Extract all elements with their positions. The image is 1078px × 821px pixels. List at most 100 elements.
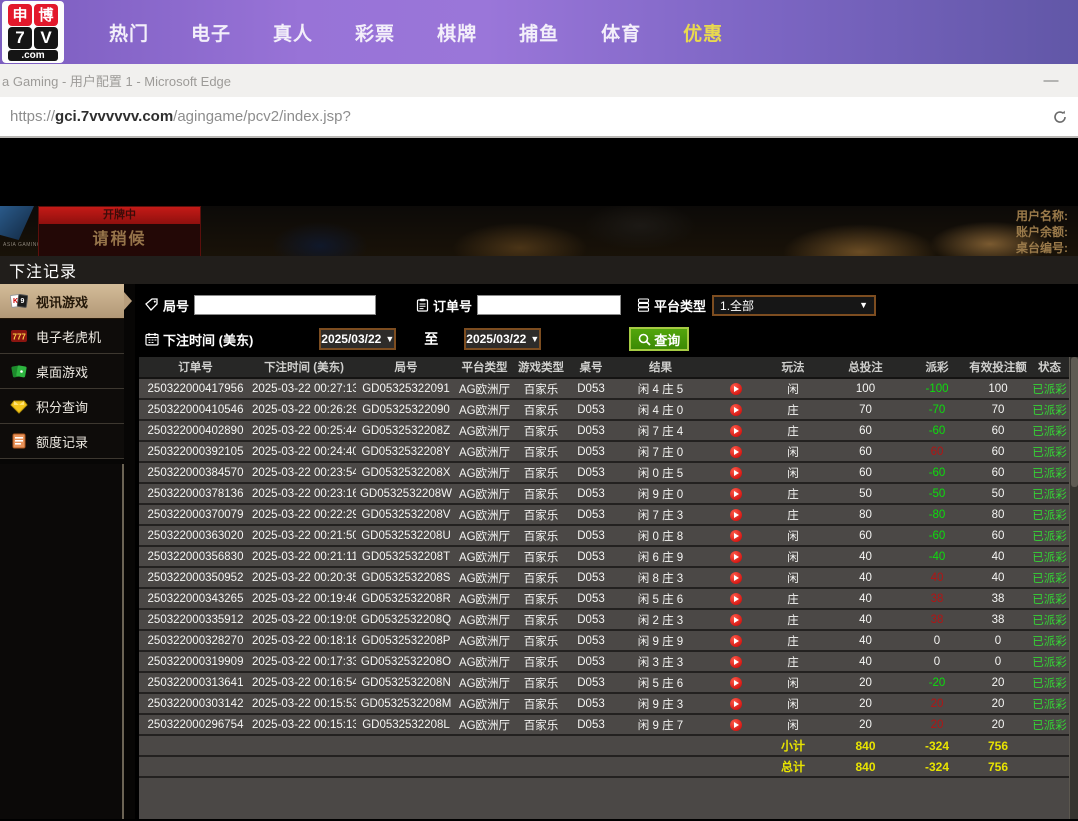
play-icon[interactable] [730,698,742,710]
play-icon[interactable] [730,530,742,542]
play-icon[interactable] [730,677,742,689]
table-cell: D053 [569,677,613,689]
replay-cell [708,467,763,479]
table-cell: 已派彩 [1030,486,1069,502]
table-cell: 20 [908,698,966,710]
logo-badge-bo: 博 [34,4,58,26]
play-icon[interactable] [730,593,742,605]
table-cell: 已派彩 [1030,633,1069,649]
table-cell: 闲 [763,696,823,712]
table-cell: 百家乐 [513,549,569,565]
table-cell: GD0532532208S [356,572,456,584]
playing-cards-icon: K9 [10,292,28,310]
play-icon[interactable] [730,488,742,500]
table-row: 2503220003781362025-03-22 00:23:16GD0532… [139,484,1069,505]
logo-badge-shen: 申 [8,4,32,26]
platform-type-select[interactable]: 1.全部 ▼ [712,295,876,316]
table-cell: 闲 [763,717,823,733]
url-text[interactable]: https://gci.7vvvvvv.com/agingame/pcv2/in… [10,108,351,125]
nav-item-boardgames[interactable]: 棋牌 [437,19,477,46]
user-name-label: 用户名称: [1016,208,1078,224]
play-icon[interactable] [730,383,742,395]
round-number-input[interactable] [194,295,376,315]
table-cell: 0 [966,656,1030,668]
sidebar-item-table-games[interactable]: 桌面游戏 [0,354,124,389]
play-icon[interactable] [730,446,742,458]
table-cell: 40 [908,572,966,584]
table-scrollbar[interactable] [1069,357,1078,819]
nav-item-lottery[interactable]: 彩票 [355,19,395,46]
table-cell: 2025-03-22 00:15:13 [252,719,356,731]
table-cell: 0 [908,635,966,647]
col-header-round: 局号 [356,359,456,375]
table-cell: -80 [908,509,966,521]
sidebar-item-credit-records[interactable]: 额度记录 [0,424,124,459]
nav-item-slots[interactable]: 电子 [191,19,231,46]
table-cell: D053 [569,425,613,437]
sidebar-item-points-query[interactable]: 积分查询 [0,389,124,424]
play-icon[interactable] [730,719,742,731]
date-from-select[interactable]: 2025/03/22 ▼ [319,328,396,350]
table-cell: 庄 [763,591,823,607]
tag-icon [145,298,159,312]
table-row: 2503220004028902025-03-22 00:25:44GD0532… [139,421,1069,442]
nav-item-live[interactable]: 真人 [273,19,313,46]
table-cell: 60 [966,467,1030,479]
play-icon[interactable] [730,551,742,563]
table-row: 2503220003432652025-03-22 00:19:46GD0532… [139,589,1069,610]
site-logo[interactable]: 申 博 7 V .com [2,1,64,63]
play-icon[interactable] [730,467,742,479]
table-row: 2503220003136412025-03-22 00:16:54GD0532… [139,673,1069,694]
nav-item-promotions[interactable]: 优惠 [683,19,723,46]
nav-item-hot[interactable]: 热门 [109,19,149,46]
table-number-label: 桌台编号: [1016,240,1078,256]
table-cell: AG欧洲厅 [456,654,513,670]
sidebar-item-live-games[interactable]: K9 视讯游戏 [0,284,124,319]
table-cell: 250322000378136 [139,488,252,500]
table-cell: 20 [966,698,1030,710]
table-cell: 已派彩 [1030,549,1069,565]
table-row: 2503220003700792025-03-22 00:22:29GD0532… [139,505,1069,526]
play-icon[interactable] [730,425,742,437]
play-icon[interactable] [730,635,742,647]
table-cell: 0 [908,656,966,668]
table-cell: 百家乐 [513,507,569,523]
play-icon[interactable] [730,614,742,626]
table-cell: GD0532532208W [356,488,456,500]
play-icon[interactable] [730,509,742,521]
platform-type-label: 平台类型 [654,296,706,315]
play-icon[interactable] [730,656,742,668]
date-to-select[interactable]: 2025/03/22 ▼ [464,328,541,350]
table-cell: D053 [569,551,613,563]
search-button[interactable]: 查询 [629,327,689,351]
browser-urlbar[interactable]: https://gci.7vvvvvv.com/agingame/pcv2/in… [0,97,1078,138]
document-icon [10,432,28,450]
sidebar-item-slot-machines[interactable]: 777 电子老虎机 [0,319,124,354]
table-cell: 闲 [763,381,823,397]
col-header-payout: 派彩 [908,359,966,375]
table-cell: 闲 7 庄 3 [613,507,708,523]
replay-cell [708,383,763,395]
order-number-label: 订单号 [433,296,472,315]
table-cell: 2025-03-22 00:21:50 [252,530,356,542]
play-icon[interactable] [730,572,742,584]
minimize-button[interactable]: — [1038,72,1064,89]
nav-item-fishing[interactable]: 捕鱼 [519,19,559,46]
table-cell: 已派彩 [1030,381,1069,397]
replay-cell [708,404,763,416]
table-row: 2503220004105462025-03-22 00:26:29GD0532… [139,400,1069,421]
bet-time-label-group: 下注时间 (美东) [145,330,253,349]
scrollbar-thumb[interactable] [1071,357,1078,487]
clipboard-icon [416,298,429,312]
play-icon[interactable] [730,404,742,416]
refresh-icon[interactable] [1052,109,1068,125]
table-cell: AG欧洲厅 [456,465,513,481]
table-cell: 闲 [763,549,823,565]
order-number-input[interactable] [477,295,621,315]
main-area: K9 视讯游戏 777 电子老虎机 桌面游戏 积分查询 [0,284,1078,819]
nav-item-sports[interactable]: 体育 [601,19,641,46]
game-banner: ASIA GAMING 开牌中 请稍候 用户名称: 账户余额: 桌台编号: [0,206,1078,256]
table-cell: 已派彩 [1030,717,1069,733]
table-cell: 70 [966,404,1030,416]
table-cell: 2025-03-22 00:23:16 [252,488,356,500]
